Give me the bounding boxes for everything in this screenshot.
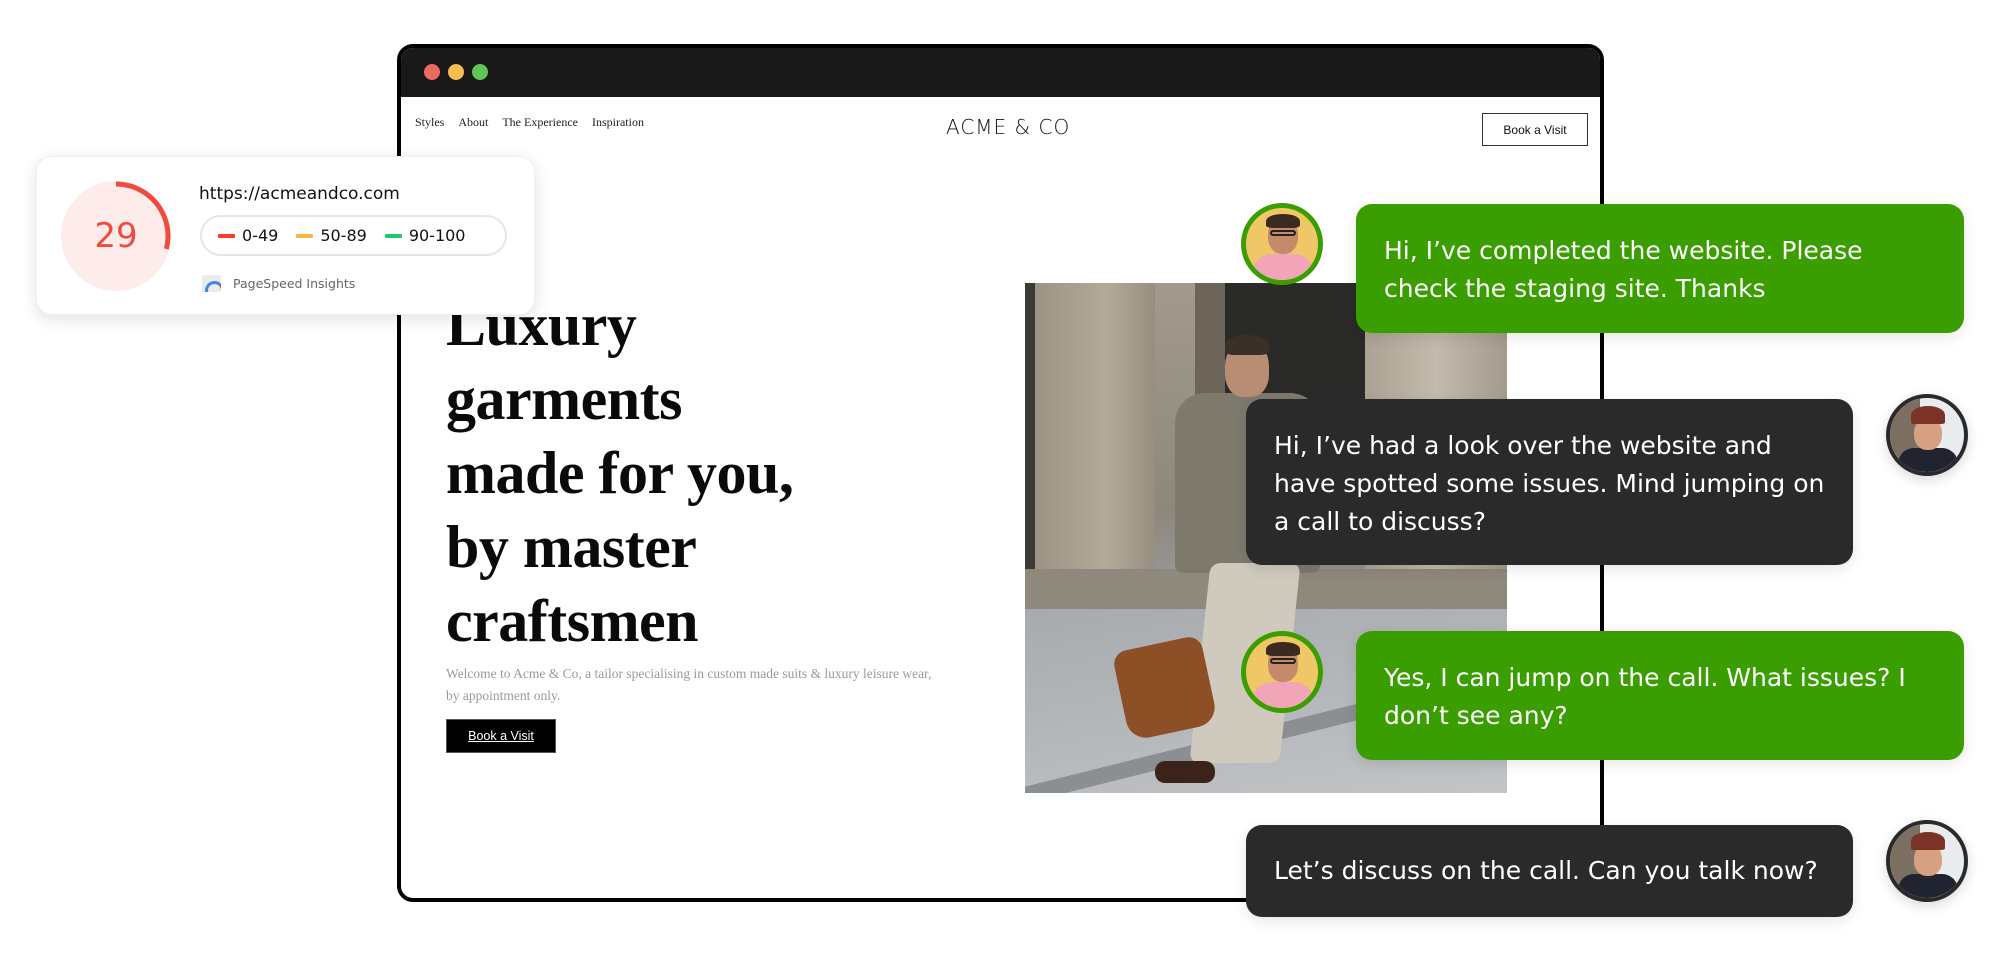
score-legend: 0-49 50-89 90-100	[200, 215, 507, 256]
hero-headline: Luxury garments made for you, by master …	[446, 288, 794, 658]
chat-message-designer: Yes, I can jump on the call. What issues…	[1356, 631, 1964, 760]
chat-message-client: Let’s discuss on the call. Can you talk …	[1246, 825, 1853, 917]
legend-item-average: 50-89	[296, 226, 367, 245]
legend-item-fail: 0-49	[218, 226, 278, 245]
site-logo[interactable]: ACME & CO	[946, 115, 1070, 139]
legend-swatch-red	[218, 233, 235, 238]
nav-link-the-experience[interactable]: The Experience	[502, 115, 578, 130]
close-window-button[interactable]	[424, 64, 440, 80]
nav-link-about[interactable]: About	[458, 115, 488, 130]
chat-message-designer: Hi, I’ve completed the website. Please c…	[1356, 204, 1964, 333]
hero-intro-text: Welcome to Acme & Co, a tailor specialis…	[446, 666, 932, 703]
site-nav: Styles About The Experience Inspiration	[415, 115, 644, 130]
performance-score: 29	[94, 216, 138, 256]
pagespeed-brand-label: PageSpeed Insights	[233, 276, 356, 291]
legend-item-pass: 90-100	[384, 226, 466, 245]
designer-avatar	[1241, 203, 1323, 285]
chat-message-client: Hi, I’ve had a look over the website and…	[1246, 399, 1853, 565]
legend-label: 50-89	[320, 226, 367, 245]
legend-swatch-orange	[296, 233, 314, 238]
client-avatar	[1886, 394, 1968, 476]
nav-link-styles[interactable]: Styles	[415, 115, 444, 130]
legend-label: 0-49	[242, 226, 279, 245]
minimize-window-button[interactable]	[448, 64, 464, 80]
legend-label: 90-100	[408, 226, 466, 245]
client-avatar	[1886, 820, 1968, 902]
tested-url: https://acmeandco.com	[199, 184, 400, 204]
pagespeed-logo-icon	[202, 275, 221, 292]
headline-line: by master	[446, 514, 697, 580]
legend-swatch-green	[384, 233, 402, 238]
designer-avatar	[1241, 631, 1323, 713]
headline-line: made for you,	[446, 440, 794, 506]
headline-line: garments	[446, 366, 682, 432]
headline-line: craftsmen	[446, 588, 699, 654]
browser-titlebar	[401, 48, 1600, 97]
nav-link-inspiration[interactable]: Inspiration	[592, 115, 644, 130]
book-visit-hero-button[interactable]: Book a Visit	[446, 719, 556, 753]
pagespeed-card: 29 https://acmeandco.com 0-49 50-89 90-1…	[36, 156, 535, 315]
pagespeed-brand: PageSpeed Insights	[202, 275, 355, 292]
book-visit-nav-button[interactable]: Book a Visit	[1482, 113, 1588, 146]
maximize-window-button[interactable]	[472, 64, 488, 80]
